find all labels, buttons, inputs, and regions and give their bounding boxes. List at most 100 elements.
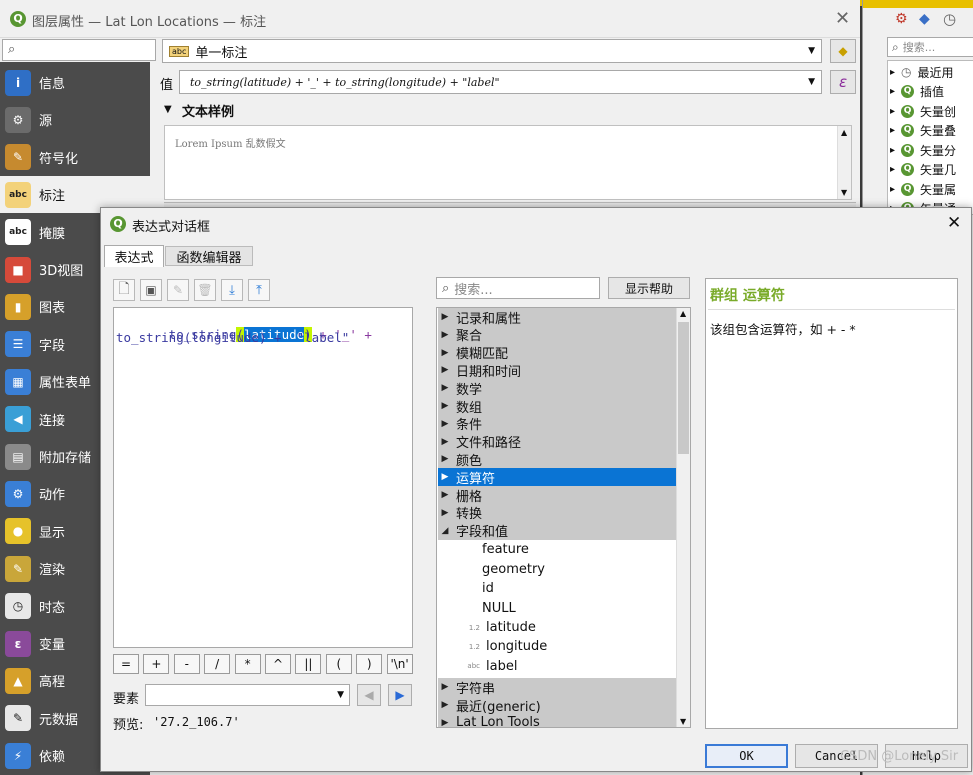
tree-group[interactable]: ▶ 栅格 bbox=[438, 486, 676, 505]
operator-equals-button[interactable]: = bbox=[113, 654, 139, 674]
collapsed-arrow-icon[interactable]: ▶ bbox=[438, 718, 452, 727]
tree-field-item[interactable]: id bbox=[438, 579, 676, 598]
expand-arrow-icon[interactable]: ▸ bbox=[890, 184, 895, 195]
tree-group[interactable]: ▶ 数学 bbox=[438, 379, 676, 398]
operator-newline-button[interactable]: '\n' bbox=[386, 654, 413, 674]
operator-minus-button[interactable]: - bbox=[173, 654, 200, 674]
gear-icon[interactable]: ⚙ bbox=[895, 11, 908, 27]
tree-group[interactable]: ▶ 日期和时间 bbox=[438, 361, 676, 380]
scroll-down-icon[interactable]: ▼ bbox=[841, 188, 847, 197]
scroll-up-icon[interactable]: ▲ bbox=[680, 309, 686, 318]
expression-editor[interactable]: to_string(latitude) + '_' + to_string(lo… bbox=[113, 307, 413, 648]
label-style-button[interactable]: ◆ bbox=[830, 39, 856, 63]
tree-group[interactable]: ▶ 转换 bbox=[438, 503, 676, 522]
collapsed-arrow-icon[interactable]: ▶ bbox=[438, 682, 452, 692]
delete-button[interactable]: 🗑 bbox=[194, 279, 216, 301]
expand-arrow-icon[interactable]: ▸ bbox=[890, 145, 895, 156]
export-button[interactable]: ⤒ bbox=[248, 279, 270, 301]
tree-group[interactable]: ▶ 数组 bbox=[438, 397, 676, 416]
toolbox-group-item[interactable]: ▸ Q 矢量创 bbox=[890, 101, 956, 121]
tree-group[interactable]: ▶ 最近(generic) bbox=[438, 696, 676, 715]
expand-arrow-icon[interactable]: ▸ bbox=[890, 106, 895, 117]
collapsed-arrow-icon[interactable]: ▶ bbox=[438, 419, 452, 429]
tree-field-item[interactable]: geometry bbox=[438, 560, 676, 579]
toolbox-group-item[interactable]: ▸ Q 矢量叠 bbox=[890, 121, 956, 141]
scroll-down-icon[interactable]: ▼ bbox=[680, 717, 686, 726]
expand-arrow-icon[interactable]: ▸ bbox=[890, 67, 895, 78]
collapsed-arrow-icon[interactable]: ▶ bbox=[438, 490, 452, 500]
scrollbar-thumb[interactable] bbox=[678, 322, 689, 454]
toolbox-group-item[interactable]: ▸ Q 矢量分 bbox=[890, 140, 956, 160]
collapsed-arrow-icon[interactable]: ▶ bbox=[438, 454, 452, 464]
collapsed-arrow-icon[interactable]: ▶ bbox=[438, 383, 452, 393]
expand-arrow-icon[interactable]: ▸ bbox=[890, 86, 895, 97]
operator-paren-open-button[interactable]: ( bbox=[325, 654, 352, 674]
expand-arrow-icon[interactable]: ▸ bbox=[890, 125, 895, 136]
nav-item-info[interactable]: i 信息 bbox=[0, 64, 150, 101]
toolbox-search-input[interactable]: ⌕ 搜索... bbox=[887, 37, 973, 57]
operator-paren-close-button[interactable]: ) bbox=[356, 654, 383, 674]
tree-field-item[interactable]: 1.2 latitude bbox=[438, 618, 676, 637]
ok-button[interactable]: OK bbox=[705, 744, 788, 768]
tree-group[interactable]: ▶ 文件和路径 bbox=[438, 432, 676, 451]
properties-search-input[interactable]: ⌕ bbox=[2, 39, 156, 61]
feature-combobox[interactable]: ▼ bbox=[145, 684, 350, 706]
collapsed-arrow-icon[interactable]: ▶ bbox=[438, 365, 452, 375]
scrollbar[interactable]: ▲ ▼ bbox=[837, 126, 851, 199]
edit-button[interactable]: ✎ bbox=[167, 279, 189, 301]
collapsed-arrow-icon[interactable]: ▶ bbox=[438, 312, 452, 322]
operator-divide-button[interactable]: / bbox=[204, 654, 231, 674]
toolbox-group-item[interactable]: ▸ Q 矢量属 bbox=[890, 179, 956, 199]
tree-group[interactable]: ▶ 字符串 bbox=[438, 678, 676, 697]
expanded-arrow-icon[interactable]: ◢ bbox=[438, 526, 452, 536]
toolbox-group-item[interactable]: ▸ Q 插值 bbox=[890, 82, 944, 102]
tree-field-item[interactable]: feature bbox=[438, 540, 676, 559]
collapsed-arrow-icon[interactable]: ▶ bbox=[438, 700, 452, 710]
tree-field-item[interactable]: NULL bbox=[438, 599, 676, 618]
collapsed-arrow-icon[interactable]: ▶ bbox=[438, 401, 452, 411]
tab-function-editor[interactable]: 函数编辑器 bbox=[165, 246, 253, 266]
tree-group[interactable]: ▶ 运算符 bbox=[438, 468, 676, 487]
scrollbar[interactable]: ▲ ▼ bbox=[676, 308, 690, 727]
tab-expression[interactable]: 表达式 bbox=[104, 245, 164, 267]
function-search-input[interactable]: ⌕ 搜索... bbox=[436, 277, 600, 299]
tree-field-item[interactable]: 1.2 longitude bbox=[438, 637, 676, 656]
save-button[interactable]: ▣ bbox=[140, 279, 162, 301]
expression-epsilon-button[interactable]: ε bbox=[830, 70, 856, 94]
nav-item-paintbrush[interactable]: ✎ 符号化 bbox=[0, 139, 150, 176]
operator-plus-button[interactable]: + bbox=[143, 654, 170, 674]
close-icon[interactable]: ✕ bbox=[835, 8, 850, 29]
toolbox-group-item[interactable]: ▸ Q 矢量几 bbox=[890, 160, 956, 180]
python-icon[interactable]: ◆ bbox=[919, 11, 930, 27]
operator-multiply-button[interactable]: * bbox=[234, 654, 261, 674]
tree-group[interactable]: ▶ 条件 bbox=[438, 414, 676, 433]
collapsed-arrow-icon[interactable]: ▶ bbox=[438, 437, 452, 447]
collapsed-arrow-icon[interactable]: ▶ bbox=[438, 508, 452, 518]
tree-field-item[interactable]: abc label bbox=[438, 657, 676, 676]
tree-group[interactable]: ▶ 模糊匹配 bbox=[438, 343, 676, 362]
show-help-button[interactable]: 显示帮助 bbox=[608, 277, 690, 299]
collapsed-arrow-icon[interactable]: ▶ bbox=[438, 348, 452, 358]
operator-concat-button[interactable]: || bbox=[295, 654, 322, 674]
expand-arrow-icon[interactable]: ▸ bbox=[890, 164, 895, 175]
import-button[interactable]: ⤓ bbox=[221, 279, 243, 301]
nav-item-source-wrench[interactable]: ⚙ 源 bbox=[0, 101, 150, 138]
new-file-button[interactable]: 🗋 bbox=[113, 279, 135, 301]
collapsed-arrow-icon[interactable]: ▶ bbox=[438, 472, 452, 482]
tree-group[interactable]: ▶ 聚合 bbox=[438, 325, 676, 344]
toolbox-group-item[interactable]: ▸ ◷ 最近用 bbox=[890, 62, 954, 82]
label-mode-dropdown[interactable]: abc 单一标注 ▼ bbox=[162, 39, 822, 63]
collapse-arrow-icon[interactable]: ▼ bbox=[164, 104, 172, 115]
tree-group[interactable]: ▶ 颜色 bbox=[438, 450, 676, 469]
tree-group[interactable]: ▶ 记录和属性 bbox=[438, 308, 676, 327]
collapsed-arrow-icon[interactable]: ▶ bbox=[438, 330, 452, 340]
tree-group[interactable]: ▶ Lat Lon Tools bbox=[438, 713, 676, 727]
clock-icon[interactable]: ◷ bbox=[943, 10, 956, 28]
tree-group[interactable]: ◢ 字段和值 bbox=[438, 521, 676, 540]
close-icon[interactable]: ✕ bbox=[947, 213, 961, 233]
operator-power-button[interactable]: ^ bbox=[265, 654, 291, 674]
previous-feature-button[interactable]: ◀ bbox=[357, 684, 381, 706]
scroll-up-icon[interactable]: ▲ bbox=[841, 128, 847, 137]
value-expression-field[interactable]: to_string(latitude) + '_' + to_string(lo… bbox=[179, 70, 822, 94]
next-feature-button[interactable]: ▶ bbox=[388, 684, 412, 706]
